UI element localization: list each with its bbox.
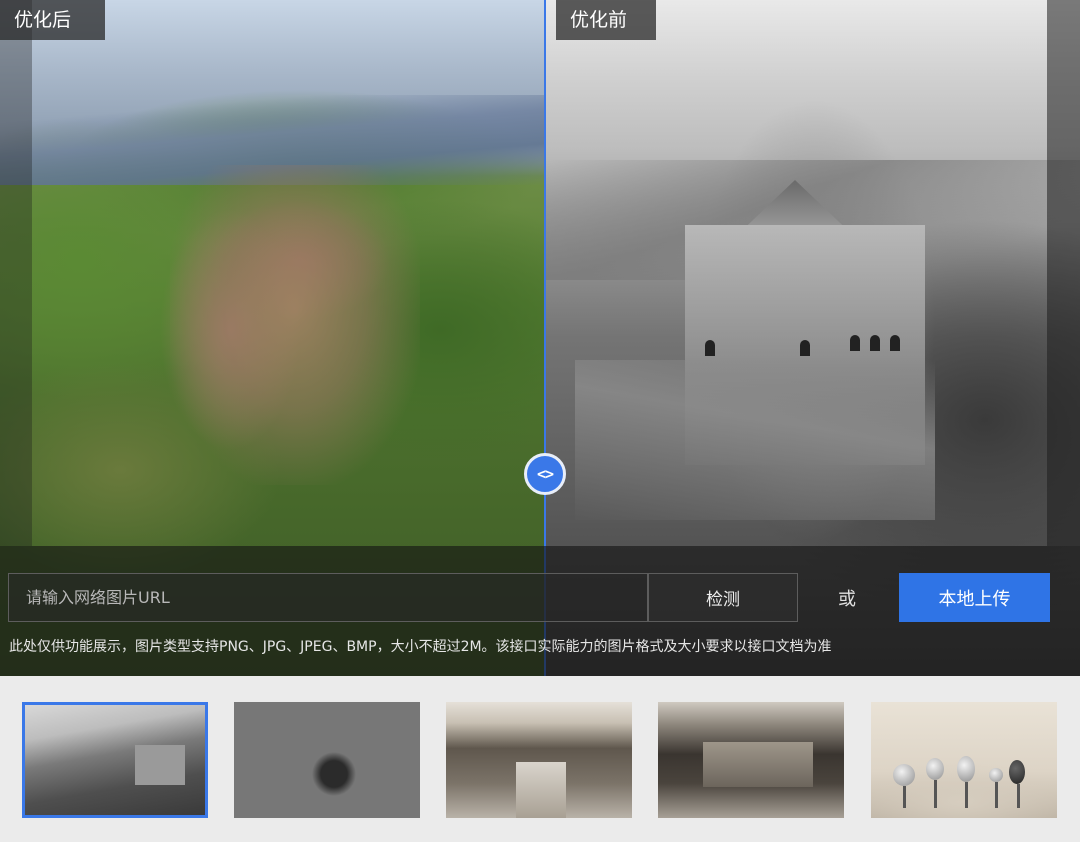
arrows-left-right-icon: <> <box>536 465 554 483</box>
storefront-thumbnail <box>703 742 813 787</box>
sample-thumbnail-great-wall[interactable] <box>22 702 208 818</box>
local-upload-button[interactable]: 本地上传 <box>899 573 1050 622</box>
before-lower-wall <box>575 360 935 520</box>
local-upload-button-label: 本地上传 <box>938 588 1011 610</box>
great-wall-thumbnail <box>135 745 185 785</box>
format-notice: 此处仅供功能展示，图片类型支持PNG、JPG、JPEG、BMP，大小不超过2M。… <box>9 639 832 655</box>
or-separator: 或 <box>838 589 856 610</box>
sample-thumbnail-microphones[interactable] <box>871 702 1057 818</box>
after-label: 优化后 <box>0 0 105 40</box>
detect-button[interactable]: 检测 <box>648 573 798 622</box>
sample-thumbnail-old-street[interactable] <box>446 702 632 818</box>
sample-thumbnail-storefront[interactable] <box>658 702 844 818</box>
compare-slider-handle[interactable]: <> <box>524 453 566 495</box>
old-street-thumbnail <box>516 762 566 818</box>
sample-thumbnail-girl-camera[interactable] <box>234 702 420 818</box>
tower-window <box>705 340 715 356</box>
right-shade <box>1047 0 1080 546</box>
tower-window <box>870 335 880 351</box>
after-rock-cliff <box>170 165 420 485</box>
detect-button-label: 检测 <box>706 590 740 610</box>
image-url-input[interactable] <box>8 573 648 622</box>
tower-window <box>850 335 860 351</box>
tower-window <box>800 340 810 356</box>
before-label: 优化前 <box>556 0 656 40</box>
tower-window <box>890 335 900 351</box>
left-shade <box>0 0 32 546</box>
